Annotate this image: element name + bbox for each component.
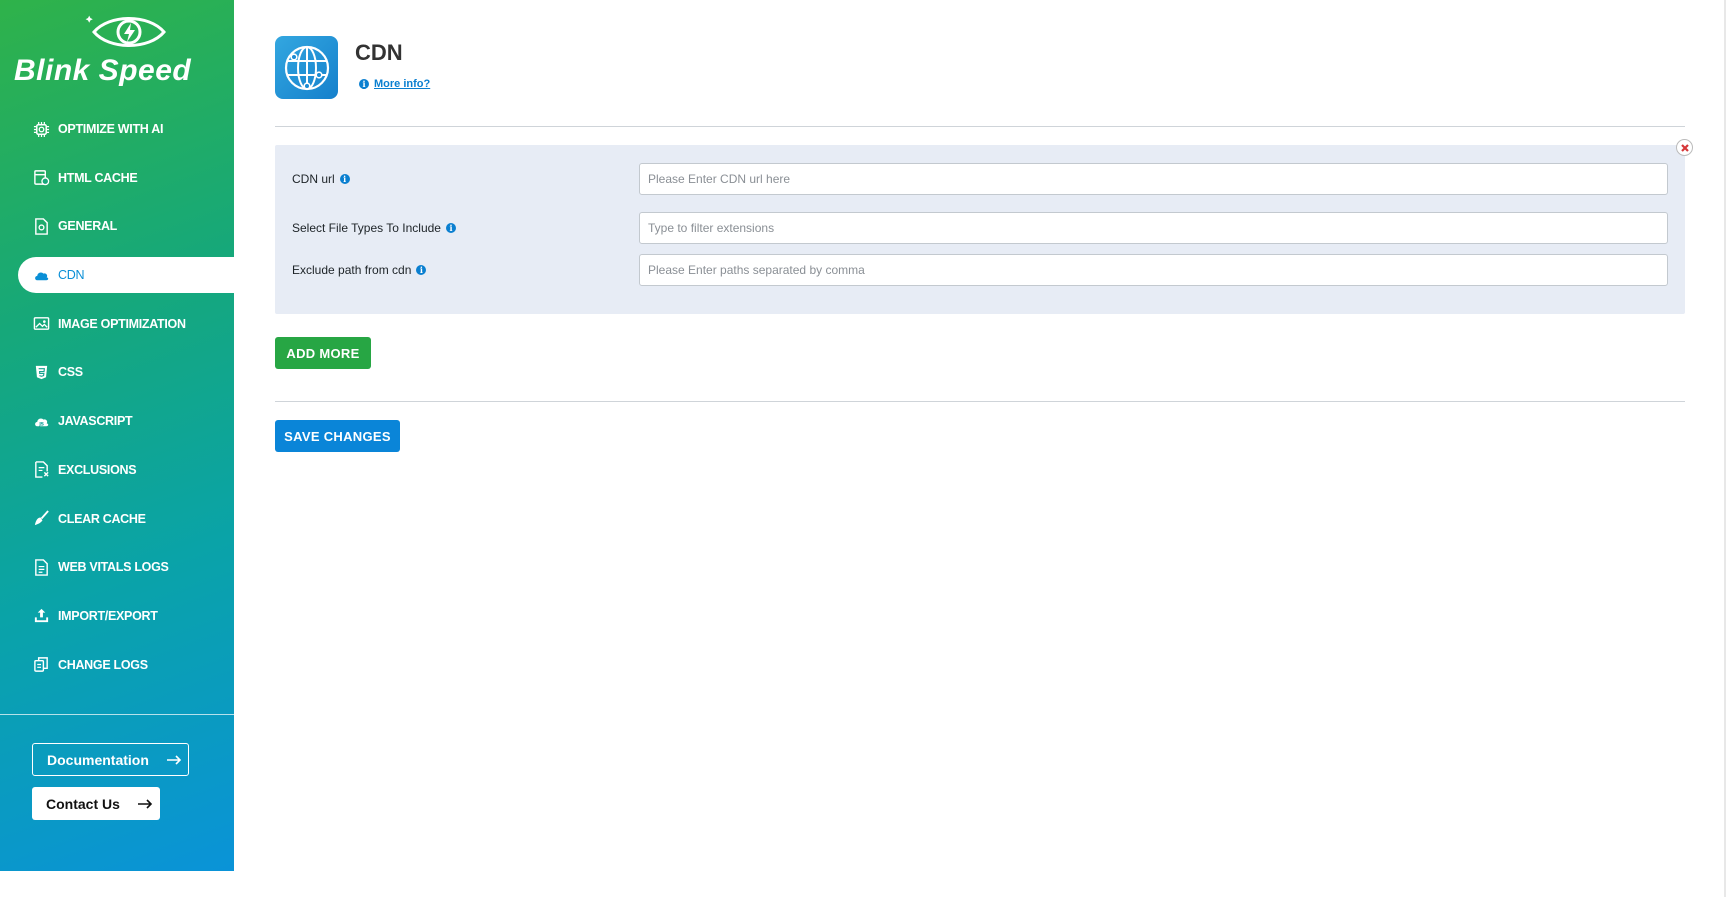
info-icon: i xyxy=(359,79,369,89)
globe-icon xyxy=(275,36,338,99)
contact-us-button[interactable]: Contact Us xyxy=(32,787,160,820)
upload-icon xyxy=(32,607,50,625)
documentation-button[interactable]: Documentation xyxy=(32,743,189,776)
sidebar-item-web-vitals-logs[interactable]: WEB VITALS LOGS xyxy=(0,549,234,585)
documentation-label: Documentation xyxy=(47,751,149,768)
sidebar-item-css[interactable]: CSS xyxy=(0,354,234,390)
arrow-right-icon xyxy=(166,754,183,765)
sidebar: Blink Speed OPTIMIZE WITH AI HTML CACHE … xyxy=(0,0,234,871)
sidebar-item-label: CSS xyxy=(58,365,83,380)
exclude-path-label: Exclude path from cdn i xyxy=(292,263,427,277)
css3-icon xyxy=(32,363,50,381)
sidebar-item-general[interactable]: GENERAL xyxy=(0,208,234,244)
broom-icon xyxy=(32,510,50,528)
cdn-url-input[interactable] xyxy=(639,163,1668,195)
blink-speed-logo[interactable]: Blink Speed xyxy=(12,10,222,90)
actions-divider xyxy=(275,401,1685,402)
cdn-url-label: CDN url i xyxy=(292,172,350,186)
file-types-label-text: Select File Types To Include xyxy=(292,221,441,235)
file-types-label: Select File Types To Include i xyxy=(292,221,456,235)
cdn-config-panel: CDN url i Select File Types To Include i… xyxy=(275,139,1693,314)
info-icon[interactable]: i xyxy=(416,265,427,275)
add-more-button[interactable]: ADD MORE xyxy=(275,337,371,369)
sidebar-item-label: IMPORT/EXPORT xyxy=(58,608,158,623)
sidebar-item-optimize-with-ai[interactable]: OPTIMIZE WITH AI xyxy=(0,111,234,147)
file-types-row: Select File Types To Include i xyxy=(275,212,1685,244)
logo-text: Blink Speed xyxy=(14,54,192,87)
ai-chip-icon xyxy=(32,120,50,138)
image-icon xyxy=(32,315,50,333)
sidebar-item-label: CHANGE LOGS xyxy=(58,657,148,672)
change-log-icon xyxy=(32,656,50,674)
sidebar-item-javascript[interactable]: JS JAVASCRIPT xyxy=(0,403,234,439)
sidebar-item-label: WEB VITALS LOGS xyxy=(58,560,169,575)
sidebar-item-cdn[interactable]: CDN xyxy=(18,257,234,294)
log-document-icon xyxy=(32,558,50,576)
header-divider xyxy=(275,126,1685,127)
sidebar-item-exclusions[interactable]: EXCLUSIONS xyxy=(0,452,234,488)
svg-text:JS: JS xyxy=(38,421,44,427)
more-info-link[interactable]: i More info? xyxy=(359,78,430,90)
cdn-url-row: CDN url i xyxy=(275,163,1685,195)
arrow-right-icon xyxy=(137,798,154,809)
file-types-filter-input[interactable] xyxy=(639,212,1668,244)
sidebar-item-label: CDN xyxy=(58,268,85,283)
sidebar-item-label: HTML CACHE xyxy=(58,170,138,185)
page-title: CDN xyxy=(355,40,403,65)
sidebar-divider xyxy=(0,714,234,715)
exclusion-document-icon xyxy=(32,461,50,479)
exclude-path-input[interactable] xyxy=(639,254,1668,286)
more-info-label: More info? xyxy=(374,78,431,90)
save-changes-button[interactable]: SAVE CHANGES xyxy=(275,420,400,452)
sidebar-item-change-logs[interactable]: CHANGE LOGS xyxy=(0,647,234,683)
javascript-cloud-icon: JS xyxy=(32,412,50,430)
sidebar-item-label: JAVASCRIPT xyxy=(58,414,133,429)
cloud-icon xyxy=(32,266,50,284)
exclude-path-label-text: Exclude path from cdn xyxy=(292,263,412,277)
exclude-path-row: Exclude path from cdn i xyxy=(275,254,1685,286)
sidebar-item-image-optimization[interactable]: IMAGE OPTIMIZATION xyxy=(0,306,234,342)
cdn-url-label-text: CDN url xyxy=(292,172,335,186)
sidebar-item-label: CLEAR CACHE xyxy=(58,511,146,526)
sidebar-item-label: OPTIMIZE WITH AI xyxy=(58,122,164,136)
contact-us-label: Contact Us xyxy=(46,795,120,812)
sidebar-item-import-export[interactable]: IMPORT/EXPORT xyxy=(0,598,234,634)
html-cache-icon xyxy=(32,169,50,187)
remove-close-icon[interactable] xyxy=(1676,139,1693,156)
sidebar-nav: OPTIMIZE WITH AI HTML CACHE GENERAL CDN … xyxy=(0,111,234,695)
eye-lightning-logo-icon xyxy=(85,15,166,47)
sidebar-item-html-cache[interactable]: HTML CACHE xyxy=(0,160,234,196)
info-icon[interactable]: i xyxy=(445,223,456,233)
sidebar-item-label: GENERAL xyxy=(58,219,118,234)
sidebar-item-label: EXCLUSIONS xyxy=(58,462,137,477)
sidebar-item-clear-cache[interactable]: CLEAR CACHE xyxy=(0,501,234,537)
sidebar-item-label: IMAGE OPTIMIZATION xyxy=(58,316,186,331)
info-icon[interactable]: i xyxy=(339,174,350,184)
settings-document-icon xyxy=(32,217,50,235)
